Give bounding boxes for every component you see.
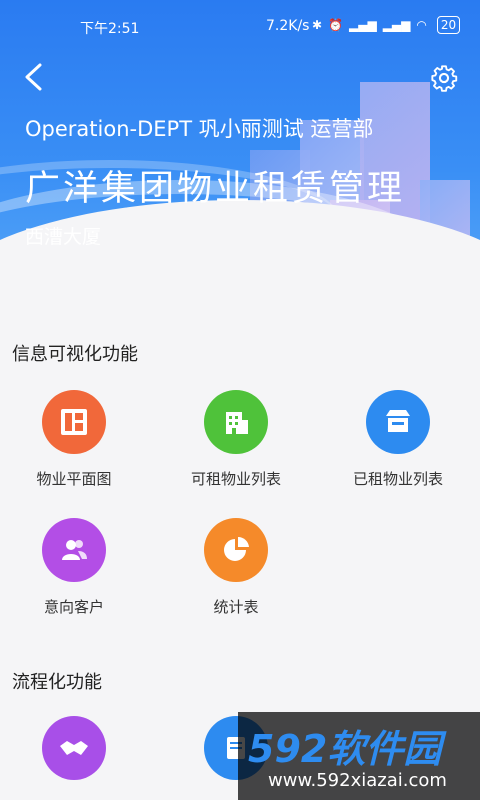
settings-gear-icon[interactable]	[430, 64, 458, 92]
header-banner: Operation-DEPT 巩小丽测试 运营部 广洋集团物业租赁管理 西漕大厦	[0, 0, 480, 310]
status-icons: ✱ ⏰ ▂▄▆ ▂▄▆ ◠ 20	[312, 16, 461, 34]
wave-decoration	[0, 200, 480, 310]
battery-icon: 20	[436, 16, 461, 34]
tile-label: 可租物业列表	[190, 470, 281, 488]
handshake-icon	[42, 716, 106, 780]
page-title: 广洋集团物业租赁管理	[25, 169, 406, 209]
bluetooth-icon: ✱	[312, 18, 323, 32]
wifi-icon: ◠	[416, 18, 427, 32]
back-icon[interactable]	[22, 62, 46, 92]
tile-label: 统计表	[213, 598, 259, 616]
section-title-process: 流程化功能	[12, 672, 102, 693]
tile-rented-properties[interactable]: 已租物业列表	[328, 390, 468, 500]
watermark-logo: 592软件园	[248, 727, 442, 771]
store-icon	[366, 390, 430, 454]
user-department-info: Operation-DEPT 巩小丽测试 运营部	[25, 117, 374, 141]
tile-label: 物业平面图	[36, 470, 112, 488]
section-title-visual: 信息可视化功能	[12, 344, 138, 365]
building-icon	[204, 390, 268, 454]
customers-icon	[42, 518, 106, 582]
tile-prospective-customers[interactable]: 意向客户	[4, 518, 144, 628]
signal-icon: ▂▄▆	[349, 18, 377, 32]
status-time: 下午2:51	[80, 21, 140, 37]
signal-icon: ▂▄▆	[382, 18, 411, 32]
tile-label: 已租物业列表	[352, 470, 443, 488]
tile-statistics[interactable]: 统计表	[166, 518, 306, 628]
tile-label: 意向客户	[43, 598, 104, 616]
alarm-icon: ⏰	[328, 18, 344, 32]
watermark-url: www.592xiazai.com	[268, 770, 447, 791]
tile-available-properties[interactable]: 可租物业列表	[166, 390, 306, 500]
tile-floorplan[interactable]: 物业平面图	[4, 390, 144, 500]
pie-chart-icon	[204, 518, 268, 582]
network-speed: 7.2K/s	[266, 18, 310, 34]
watermark-overlay: 592软件园 www.592xiazai.com	[238, 712, 480, 800]
building-name: 西漕大厦	[25, 226, 102, 248]
tile-contract[interactable]	[4, 716, 144, 800]
status-bar: 下午2:51 7.2K/s ✱ ⏰ ▂▄▆ ▂▄▆ ◠ 20	[0, 0, 480, 40]
floorplan-icon	[42, 390, 106, 454]
